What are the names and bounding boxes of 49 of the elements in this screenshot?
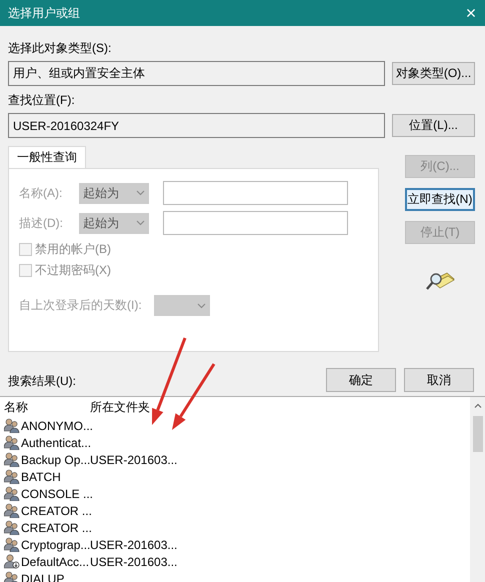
chevron-icon	[136, 190, 145, 196]
scrollbar[interactable]	[470, 397, 485, 582]
days-dropdown[interactable]	[154, 295, 210, 316]
name-cell[interactable]: Authenticat...	[21, 436, 92, 450]
checkbox-label: 禁用的帐户(B)	[35, 241, 111, 258]
users-icon	[4, 418, 20, 433]
location-field: USER-20160324FY	[8, 113, 385, 138]
chevron-icon	[136, 220, 145, 226]
results-label: 搜索结果(U):	[8, 373, 77, 390]
name-cell[interactable]: BATCH	[21, 470, 61, 484]
query-label: 描述(D):	[19, 214, 64, 232]
name-cell[interactable]: CREATOR ...	[21, 520, 92, 534]
days-label: 自上次登录后的天数(I):	[19, 297, 142, 314]
object-type-button[interactable]: 对象类型(O)...	[392, 62, 475, 85]
scroll-up-icon[interactable]	[474, 403, 482, 408]
location-button[interactable]: 位置(L)...	[392, 114, 475, 137]
tab[interactable]: 一般性查询	[8, 146, 86, 168]
cancel-button[interactable]: 取消	[404, 368, 474, 392]
users-icon	[4, 452, 20, 467]
side-button[interactable]: 立即查找(N)	[405, 188, 475, 211]
scroll-thumb[interactable]	[472, 416, 482, 452]
name-cell[interactable]: DefaultAcc...	[21, 554, 90, 568]
magnifier-icon	[425, 270, 455, 292]
folder-cell-text: USER-201603...	[89, 554, 178, 568]
column-header[interactable]: 名称	[0, 398, 86, 416]
users-icon	[4, 537, 20, 552]
name-cell[interactable]: CREATOR ...	[21, 504, 92, 518]
name-cell[interactable]: CONSOLE ...	[21, 486, 94, 500]
chevron-icon	[196, 302, 206, 308]
users-icon	[4, 571, 20, 582]
users-icon	[4, 469, 20, 484]
close-button[interactable]: ×	[457, 0, 485, 26]
name-cell[interactable]: Backup Op...	[21, 452, 90, 466]
user-icon	[4, 554, 20, 569]
query-label: 名称(A):	[19, 184, 64, 202]
checkbox-label: 不过期密码(X)	[35, 262, 111, 279]
window-title: 选择用户或组	[8, 4, 81, 22]
name-cell[interactable]: ANONYMO...	[21, 418, 94, 432]
users-icon	[4, 486, 20, 501]
object-type-field: 用户、组或内置安全主体	[8, 61, 385, 86]
name-cell[interactable]: Cryptograp...	[21, 538, 90, 552]
ok-button[interactable]: 确定	[326, 368, 396, 392]
users-icon	[4, 520, 20, 535]
users-icon	[4, 435, 20, 450]
field-label: 查找位置(F):	[8, 92, 75, 109]
field-label: 选择此对象类型(S):	[8, 40, 112, 57]
arrow	[172, 363, 216, 430]
users-icon	[4, 503, 20, 518]
column-header[interactable]: 所在文件夹	[86, 398, 150, 416]
